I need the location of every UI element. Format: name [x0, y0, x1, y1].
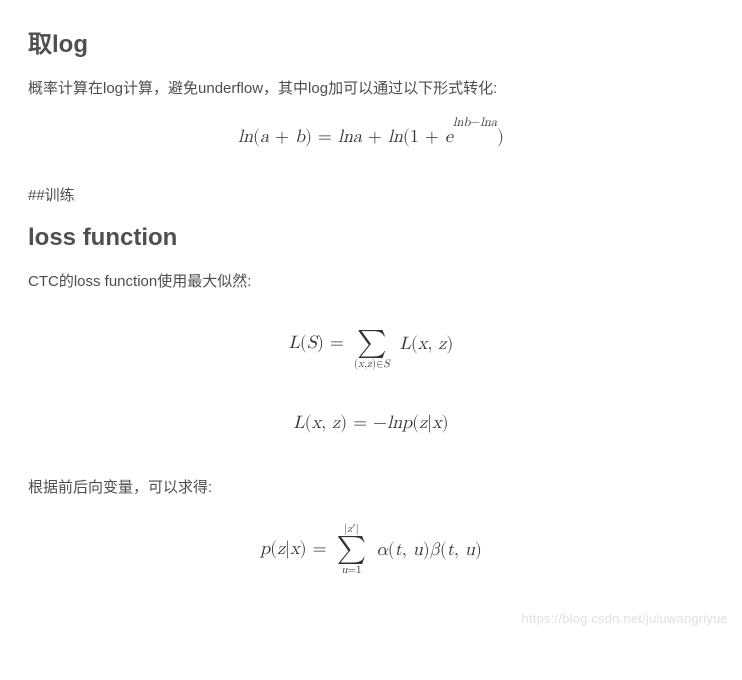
- heading-loss: loss function: [28, 224, 714, 252]
- heading-log: 取log: [28, 24, 714, 59]
- section-log: 取log 概率计算在log计算，避免underflow，其中log加可以通过以下…: [28, 24, 714, 148]
- para-log-intro: 概率计算在log计算，避免underflow，其中log加可以通过以下形式转化:: [28, 77, 714, 101]
- equation-loss-xz: L(x, z) = −lnp(z|x): [28, 412, 714, 434]
- equation-log-sum: ln(a + b) = lna + ln(1 + elnb−lna): [28, 125, 714, 148]
- section-loss: loss function CTC的loss function使用最大似然: L…: [28, 224, 714, 576]
- raw-heading-training: ##训练: [28, 184, 714, 208]
- para-fb-vars: 根据前后向变量，可以求得:: [28, 476, 714, 500]
- watermark: https://blog.csdn.net/juluwangriyue: [522, 611, 728, 626]
- para-loss-intro: CTC的loss function使用最大似然:: [28, 270, 714, 294]
- equation-loss-sum: L(S) = ∑ (x,z)∈S L(x, z): [28, 318, 714, 370]
- equation-alpha-beta: p(z|x) = |z′| ∑ u=1 α(t, u)β(t, u): [28, 524, 714, 576]
